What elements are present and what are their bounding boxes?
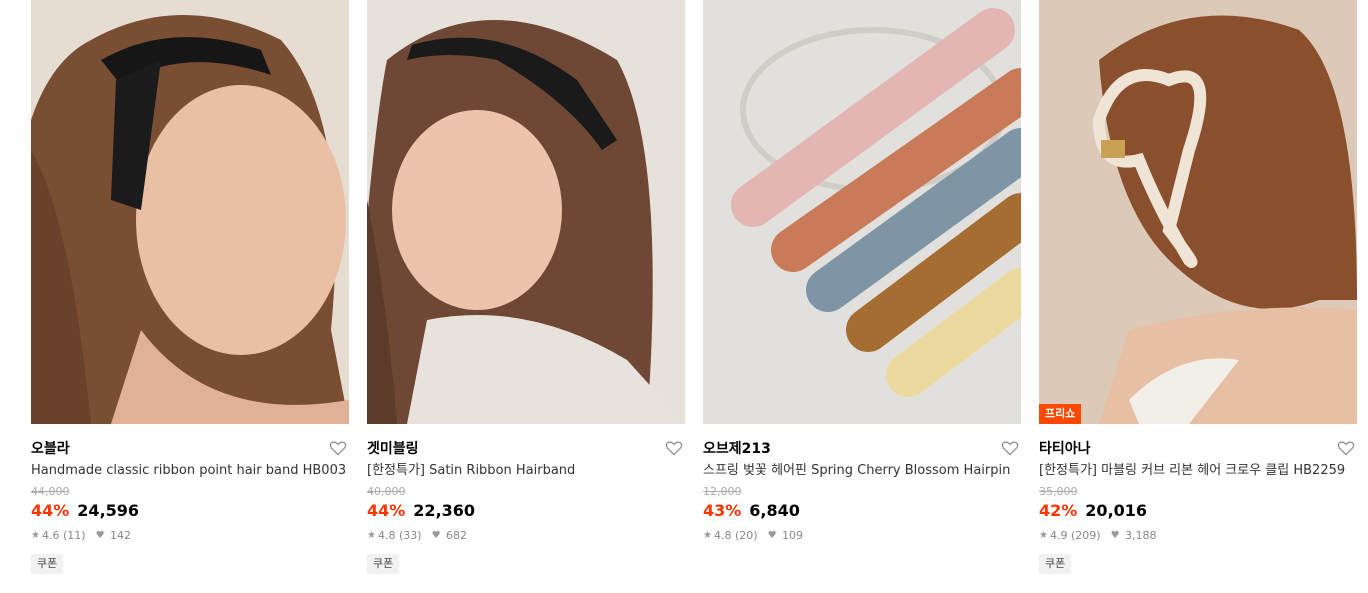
product-card[interactable]: 오블라 Handmade classic ribbon point hair b… — [31, 0, 349, 574]
sale-price: 22,360 — [413, 501, 476, 520]
star-icon: ★ — [1039, 530, 1048, 541]
discount-rate: 42% — [1039, 501, 1078, 520]
discount-rate: 44% — [31, 501, 70, 520]
product-title[interactable]: [한정특가] 마블링 커브 리본 헤어 크로우 클립 HB2259 — [1039, 462, 1357, 480]
price-row: 43% 6,840 — [703, 500, 1021, 522]
review-count: (33) — [398, 529, 422, 542]
product-photo-hairpins — [703, 0, 1021, 424]
rating: 4.6 — [41, 529, 60, 542]
product-photo-headband-black-ribbon — [31, 0, 349, 424]
star-icon: ★ — [367, 530, 376, 541]
sale-price: 6,840 — [749, 501, 800, 520]
product-image[interactable] — [367, 0, 685, 424]
product-photo-satin-hairband — [367, 0, 685, 424]
product-grid: 오블라 Handmade classic ribbon point hair b… — [0, 0, 1368, 593]
original-price: 44,000 — [31, 485, 70, 498]
star-icon: ★ — [703, 530, 712, 541]
coupon-badge: 쿠폰 — [1039, 554, 1072, 574]
badge-label: 프리쇼 — [1039, 404, 1082, 424]
heart-icon[interactable] — [1001, 440, 1019, 456]
brand-name[interactable]: 오브제213 — [703, 441, 771, 457]
coupon-badge: 쿠폰 — [31, 554, 64, 574]
brand-name[interactable]: 겟미블링 — [367, 441, 419, 457]
heart-icon[interactable] — [1337, 440, 1355, 456]
product-card[interactable]: 프리쇼 타티아나 [한정특가] 마블링 커브 리본 헤어 크로우 클립 HB22… — [1039, 0, 1357, 574]
product-image[interactable]: 프리쇼 — [1039, 0, 1357, 424]
sale-price: 20,016 — [1085, 501, 1148, 520]
product-title[interactable]: 스프링 벚꽃 헤어핀 Spring Cherry Blossom Hairpin — [703, 462, 1021, 480]
rating: 4.9 — [1049, 529, 1068, 542]
product-image[interactable] — [703, 0, 1021, 424]
product-meta: ★ 4.8 (20) ♥ 109 — [703, 528, 1021, 544]
product-meta: ★ 4.9 (209) ♥ 3,188 — [1039, 528, 1357, 544]
brand-name[interactable]: 오블라 — [31, 441, 70, 457]
heart-icon[interactable] — [329, 440, 347, 456]
star-icon: ★ — [31, 530, 40, 541]
price-row: 42% 20,016 — [1039, 500, 1357, 522]
review-count: (209) — [1070, 529, 1101, 542]
discount-rate: 44% — [367, 501, 406, 520]
rating: 4.8 — [713, 529, 732, 542]
product-title[interactable]: [한정특가] Satin Ribbon Hairband — [367, 462, 685, 480]
review-count: (20) — [734, 529, 758, 542]
coupon-badge: 쿠폰 — [367, 554, 400, 574]
original-price: 40,000 — [367, 485, 406, 498]
heart-icon: ♥ — [431, 530, 441, 541]
product-meta: ★ 4.6 (11) ♥ 142 — [31, 528, 349, 544]
review-count: (11) — [62, 529, 86, 542]
product-title[interactable]: Handmade classic ribbon point hair band … — [31, 462, 349, 480]
original-price: 35,000 — [1039, 485, 1078, 498]
heart-icon: ♥ — [95, 530, 105, 541]
rating: 4.8 — [377, 529, 396, 542]
like-count: 682 — [446, 529, 468, 542]
brand-name[interactable]: 타티아나 — [1039, 441, 1091, 457]
price-row: 44% 22,360 — [367, 500, 685, 522]
like-count: 3,188 — [1125, 529, 1157, 542]
discount-rate: 43% — [703, 501, 742, 520]
heart-icon: ♥ — [1110, 530, 1120, 541]
price-row: 44% 24,596 — [31, 500, 349, 522]
like-count: 142 — [110, 529, 132, 542]
sale-price: 24,596 — [77, 501, 140, 520]
product-meta: ★ 4.8 (33) ♥ 682 — [367, 528, 685, 544]
heart-icon: ♥ — [767, 530, 777, 541]
product-card[interactable]: 겟미블링 [한정특가] Satin Ribbon Hairband 40,000… — [367, 0, 685, 574]
heart-icon[interactable] — [665, 440, 683, 456]
product-photo-claw-clip — [1039, 0, 1357, 424]
product-card[interactable]: 오브제213 스프링 벚꽃 헤어핀 Spring Cherry Blossom … — [703, 0, 1021, 544]
like-count: 109 — [782, 529, 804, 542]
original-price: 12,000 — [703, 485, 742, 498]
product-image[interactable] — [31, 0, 349, 424]
